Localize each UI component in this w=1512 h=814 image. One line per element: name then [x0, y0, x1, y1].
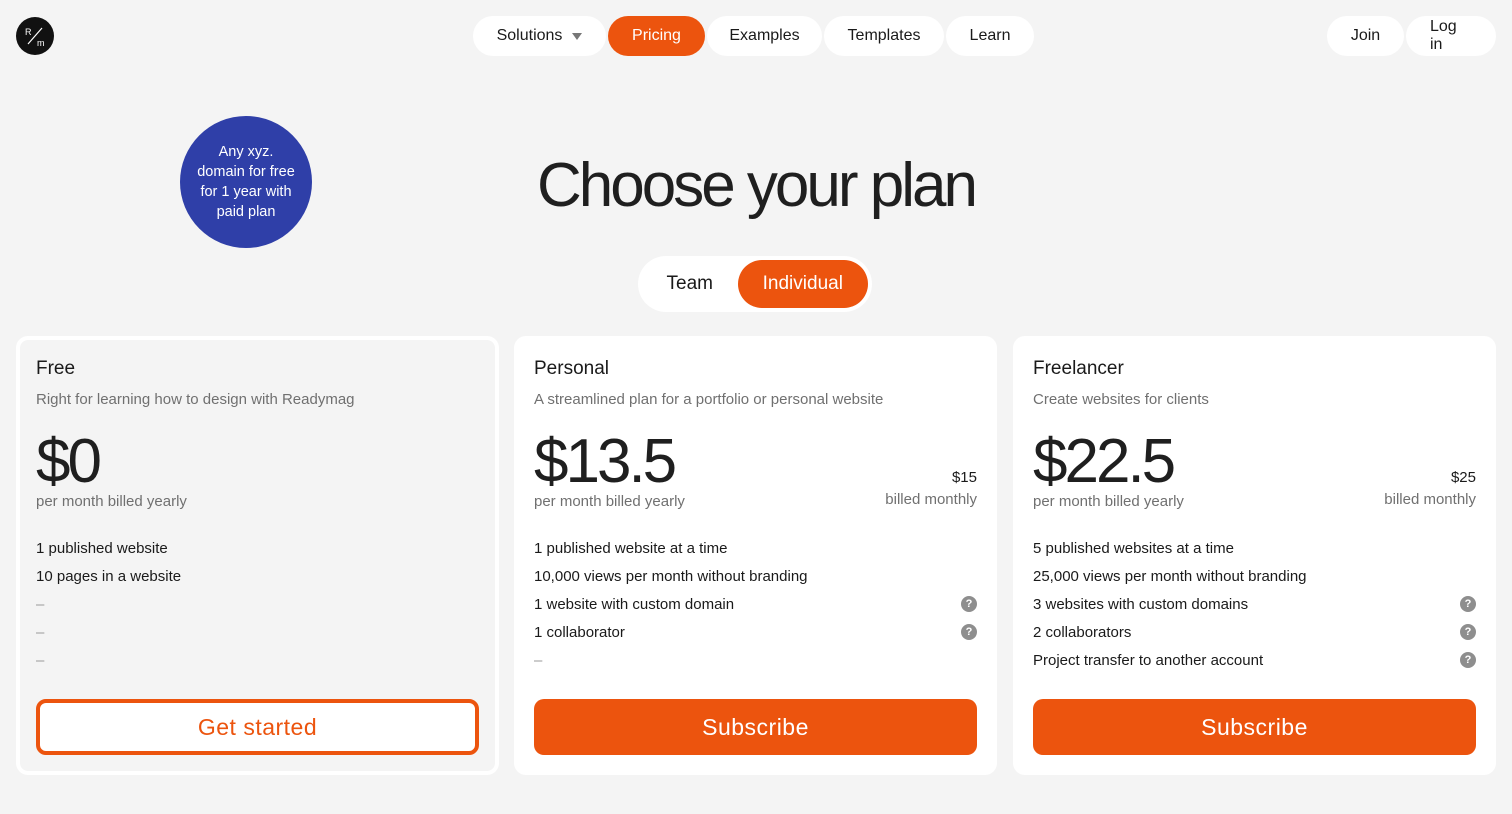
monthly-price: $15 [951, 469, 977, 486]
plan-name: Personal [534, 358, 609, 379]
nav-examples[interactable]: Examples [707, 16, 822, 56]
feature-text: – [36, 595, 45, 613]
subscribe-button-freelancer[interactable]: Subscribe [1033, 699, 1476, 755]
nav-templates[interactable]: Templates [824, 16, 944, 56]
feature-text: 3 websites with custom domains [1033, 595, 1249, 613]
toggle-team[interactable]: Team [642, 260, 738, 308]
feature-text: – [36, 651, 45, 669]
feature-item: 10,000 views per month without branding [534, 562, 977, 590]
feature-text: – [36, 623, 45, 641]
logo-letter-m: m [37, 38, 45, 48]
feature-item: 25,000 views per month without branding [1033, 562, 1476, 590]
toggle-individual[interactable]: Individual [737, 260, 868, 308]
feature-text: 25,000 views per month without branding [1033, 567, 1307, 585]
feature-text: 10 pages in a website [36, 567, 182, 585]
plan-description: Create websites for clients [1033, 391, 1209, 408]
help-icon[interactable]: ? [961, 624, 977, 640]
plan-name: Freelancer [1033, 358, 1124, 379]
feature-item: 5 published websites at a time [1033, 534, 1476, 562]
plan-price: $0 [36, 427, 102, 496]
feature-list: 1 published website 10 pages in a websit… [36, 534, 479, 674]
feature-item: 1 collaborator? [534, 618, 977, 646]
feature-item: – [36, 590, 479, 618]
join-label: Join [1350, 27, 1381, 44]
nav-templates-label: Templates [847, 27, 921, 44]
feature-item: Project transfer to another account? [1033, 646, 1476, 674]
nav-learn-label: Learn [969, 27, 1011, 44]
plan-card-free: Free Right for learning how to design wi… [16, 336, 499, 775]
feature-text: 1 collaborator [534, 623, 625, 641]
plan-type-toggle: Team Individual [638, 256, 872, 312]
plan-card-personal: Personal A streamlined plan for a portfo… [514, 336, 997, 775]
login-label: Log in [1430, 18, 1457, 53]
main-nav: Solutions Pricing Examples Templates Lea… [473, 16, 1034, 56]
nav-solutions[interactable]: Solutions [473, 16, 606, 56]
plan-description: A streamlined plan for a portfolio or pe… [534, 391, 884, 408]
feature-text: 1 published website at a time [534, 539, 728, 557]
chevron-down-icon [572, 32, 583, 40]
plan-name: Free [36, 358, 76, 379]
nav-examples-label: Examples [729, 27, 800, 44]
help-icon[interactable]: ? [1460, 596, 1476, 612]
feature-item: 2 collaborators? [1033, 618, 1476, 646]
nav-solutions-label: Solutions [496, 27, 563, 44]
feature-item: 1 published website at a time [534, 534, 977, 562]
feature-item: 10 pages in a website [36, 562, 479, 590]
plan-price: $22.5 [1033, 427, 1176, 496]
readymag-logo[interactable]: R m [16, 17, 54, 55]
login-button[interactable]: Log in [1406, 16, 1496, 56]
monthly-label: billed monthly [1384, 491, 1476, 508]
join-button[interactable]: Join [1327, 16, 1404, 56]
plan-description: Right for learning how to design with Re… [36, 391, 355, 408]
feature-item: 1 website with custom domain? [534, 590, 977, 618]
plan-price-note: per month billed yearly [1033, 493, 1184, 510]
feature-text: 5 published websites at a time [1033, 539, 1234, 557]
help-icon[interactable]: ? [961, 596, 977, 612]
help-icon[interactable]: ? [1460, 652, 1476, 668]
nav-learn[interactable]: Learn [946, 16, 1034, 56]
plan-price: $13.5 [534, 427, 677, 496]
monthly-label: billed monthly [885, 491, 977, 508]
plan-price-note: per month billed yearly [534, 493, 685, 510]
feature-text: 1 published website [36, 539, 168, 557]
get-started-button[interactable]: Get started [36, 699, 479, 755]
feature-text: – [534, 651, 543, 669]
feature-item: – [36, 618, 479, 646]
feature-item: – [36, 646, 479, 674]
feature-text: 10,000 views per month without branding [534, 567, 808, 585]
feature-list: 1 published website at a time 10,000 vie… [534, 534, 977, 674]
auth-buttons: Join Log in [1327, 16, 1496, 56]
feature-text: Project transfer to another account [1033, 651, 1264, 669]
nav-pricing[interactable]: Pricing [608, 16, 705, 56]
feature-item: 1 published website [36, 534, 479, 562]
feature-item: 3 websites with custom domains? [1033, 590, 1476, 618]
plan-card-freelancer: Freelancer Create websites for clients $… [1013, 336, 1496, 775]
help-icon[interactable]: ? [1460, 624, 1476, 640]
logo-icon: R m [25, 27, 45, 48]
feature-list: 5 published websites at a time 25,000 vi… [1033, 534, 1476, 674]
feature-item: – [534, 646, 977, 674]
subscribe-button-personal[interactable]: Subscribe [534, 699, 977, 755]
feature-text: 2 collaborators [1033, 623, 1132, 641]
page-title: Choose your plan [537, 151, 978, 220]
monthly-price: $25 [1450, 469, 1476, 486]
logo-letter-r: R [25, 27, 32, 37]
feature-text: 1 website with custom domain [534, 595, 735, 613]
plan-price-note: per month billed yearly [36, 493, 187, 510]
nav-pricing-label: Pricing [632, 27, 681, 44]
